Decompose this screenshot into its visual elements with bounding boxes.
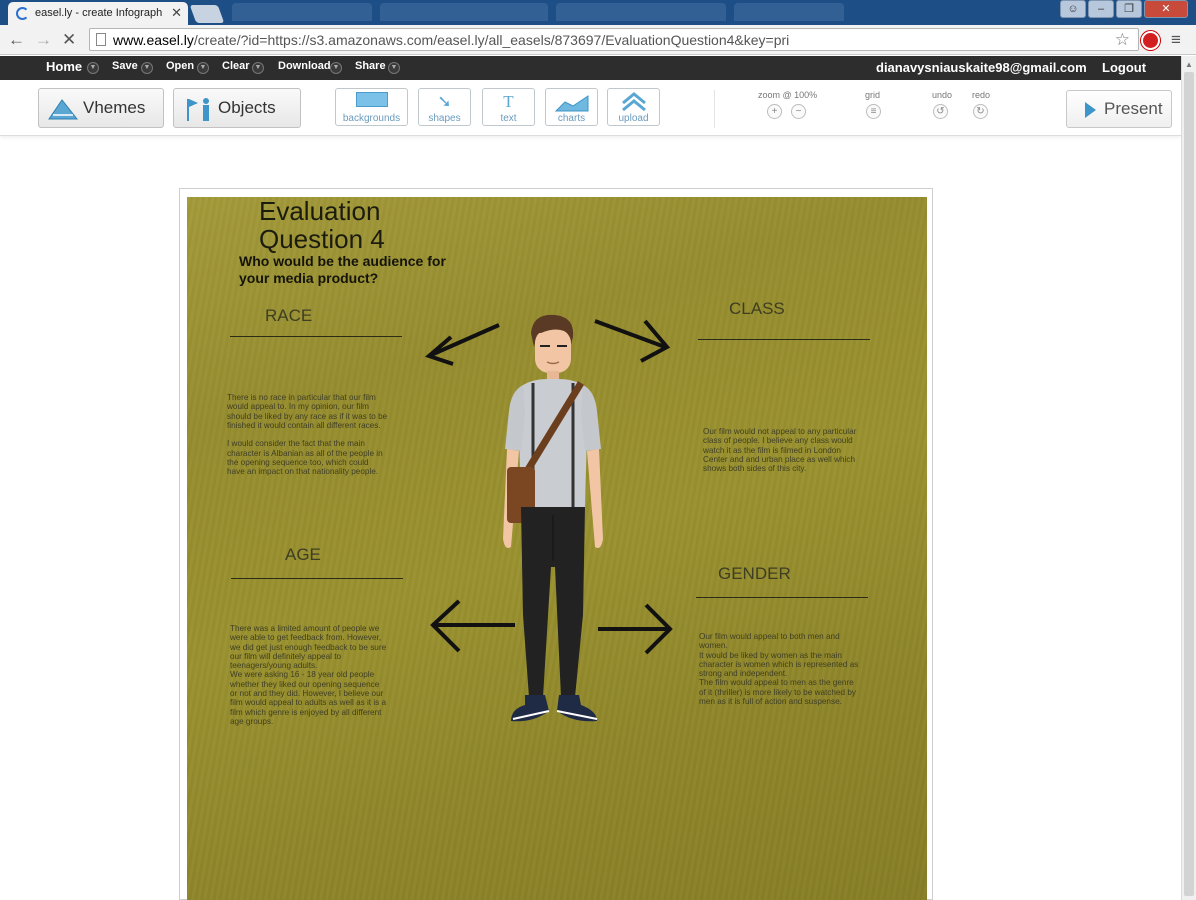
- arrow-left-up-icon[interactable]: [423, 319, 503, 369]
- class-underline: [698, 339, 870, 340]
- chevron-down-icon[interactable]: ▼: [330, 62, 342, 74]
- menu-clear[interactable]: Clear: [222, 60, 250, 72]
- age-heading[interactable]: AGE: [285, 545, 321, 565]
- gender-heading[interactable]: GENDER: [718, 564, 791, 584]
- young-man-illustration-icon[interactable]: [493, 311, 613, 735]
- menu-download[interactable]: Download: [278, 60, 331, 72]
- toolbar-divider: [714, 90, 715, 128]
- background-tab[interactable]: [232, 3, 372, 21]
- mountain-icon: [48, 99, 79, 120]
- browser-menu-icon[interactable]: ≡: [1171, 30, 1181, 50]
- backgrounds-button[interactable]: backgrounds: [335, 88, 408, 126]
- stop-loading-icon[interactable]: ✕: [62, 30, 76, 50]
- tab-close-icon[interactable]: ✕: [171, 5, 182, 21]
- forward-arrow-icon[interactable]: →: [35, 30, 52, 50]
- text-button[interactable]: T text: [482, 88, 535, 126]
- text-label: text: [500, 113, 517, 124]
- minimize-button[interactable]: –: [1088, 0, 1114, 18]
- user-icon[interactable]: ☺: [1060, 0, 1086, 18]
- class-text[interactable]: Our film would not appeal to any particu…: [703, 427, 893, 473]
- vhemes-button[interactable]: Vhemes: [38, 88, 164, 128]
- scrollbar-thumb[interactable]: [1184, 72, 1194, 896]
- menu-home[interactable]: Home: [46, 59, 82, 74]
- race-heading[interactable]: RACE: [265, 306, 312, 326]
- scroll-up-icon[interactable]: ▲: [1185, 60, 1193, 69]
- chevron-down-icon[interactable]: ▼: [388, 62, 400, 74]
- new-tab-button[interactable]: [189, 5, 225, 23]
- poster-title[interactable]: Evaluation Question 4: [259, 197, 385, 253]
- back-arrow-icon[interactable]: ←: [8, 30, 25, 50]
- logout-link[interactable]: Logout: [1102, 60, 1146, 75]
- gender-underline: [696, 597, 868, 598]
- present-label: Present: [1104, 99, 1163, 118]
- bookmark-star-icon[interactable]: ☆: [1115, 30, 1130, 50]
- shapes-label: shapes: [428, 113, 461, 124]
- charts-button[interactable]: charts: [545, 88, 598, 126]
- background-tab[interactable]: [734, 3, 844, 21]
- backgrounds-label: backgrounds: [342, 113, 401, 124]
- age-text[interactable]: There was a limited amount of people we …: [230, 624, 420, 726]
- infographic-poster[interactable]: Evaluation Question 4 Who would be the a…: [187, 197, 927, 900]
- page-icon: [96, 33, 106, 46]
- poster-subtitle[interactable]: Who would be the audience for your media…: [239, 253, 459, 287]
- close-window-button[interactable]: ✕: [1144, 0, 1188, 18]
- shapes-button[interactable]: ➘ shapes: [418, 88, 471, 126]
- tab-title: easel.ly - create Infograph: [35, 7, 163, 19]
- zoom-label: zoom @ 100%: [758, 90, 818, 100]
- browser-tab-bar: easel.ly - create Infograph ✕ ☺ – ❐ ✕: [0, 0, 1196, 25]
- objects-label: Objects: [218, 98, 276, 117]
- objects-button[interactable]: Objects: [173, 88, 301, 128]
- browser-tab[interactable]: easel.ly - create Infograph ✕: [8, 2, 188, 25]
- upload-label: upload: [618, 113, 649, 124]
- zoom-in-button[interactable]: +: [767, 104, 782, 119]
- race-underline: [230, 336, 402, 337]
- chart-icon: [555, 95, 589, 112]
- undo-label: undo: [932, 90, 953, 100]
- charts-label: charts: [557, 113, 586, 124]
- window-controls: ☺ – ❐ ✕: [1060, 0, 1188, 18]
- objects-icon: [187, 98, 209, 121]
- chevron-down-icon[interactable]: ▼: [87, 62, 99, 74]
- user-email[interactable]: dianavysniauskaite98@gmail.com: [876, 60, 1087, 75]
- play-icon: [1085, 102, 1096, 118]
- background-tab[interactable]: [556, 3, 726, 21]
- backgrounds-icon: [336, 92, 407, 112]
- background-tab[interactable]: [380, 3, 548, 21]
- text-t-icon: T: [503, 92, 514, 111]
- gender-text[interactable]: Our film would appeal to both men and wo…: [699, 632, 889, 706]
- app-menu-bar: Home ▼ Save ▼ Open ▼ Clear ▼ Download ▼ …: [0, 56, 1181, 80]
- age-underline: [231, 578, 403, 579]
- redo-label: redo: [972, 90, 991, 100]
- upload-button[interactable]: upload: [607, 88, 660, 126]
- chevron-down-icon[interactable]: ▼: [252, 62, 264, 74]
- editor-toolbar: Vhemes Objects backgrounds ➘ shapes T te…: [0, 80, 1181, 136]
- race-text[interactable]: There is no race in particular that our …: [227, 393, 417, 477]
- upload-icon: [622, 92, 646, 112]
- grid-label: grid: [865, 90, 881, 100]
- url-text: www.easel.ly/create/?id=https://s3.amazo…: [113, 32, 790, 48]
- redo-button[interactable]: ↻: [973, 104, 988, 119]
- vhemes-label: Vhemes: [83, 98, 146, 117]
- chevron-down-icon[interactable]: ▼: [197, 62, 209, 74]
- maximize-button[interactable]: ❐: [1116, 0, 1142, 18]
- address-bar[interactable]: www.easel.ly/create/?id=https://s3.amazo…: [89, 28, 1139, 51]
- present-button[interactable]: Present: [1066, 90, 1172, 128]
- menu-save[interactable]: Save: [112, 60, 138, 72]
- menu-share[interactable]: Share: [355, 60, 386, 72]
- extension-stop-icon[interactable]: [1141, 31, 1160, 50]
- zoom-out-button[interactable]: −: [791, 104, 806, 119]
- chevron-down-icon[interactable]: ▼: [141, 62, 153, 74]
- menu-open[interactable]: Open: [166, 60, 194, 72]
- loading-spinner-icon: [16, 7, 29, 20]
- browser-toolbar: ← → ✕ www.easel.ly/create/?id=https://s3…: [0, 25, 1196, 55]
- vertical-scrollbar[interactable]: ▲: [1181, 56, 1196, 900]
- arrow-icon: ➘: [437, 92, 452, 111]
- grid-toggle-button[interactable]: ≡: [866, 104, 881, 119]
- class-heading[interactable]: CLASS: [729, 299, 785, 319]
- undo-button[interactable]: ↺: [933, 104, 948, 119]
